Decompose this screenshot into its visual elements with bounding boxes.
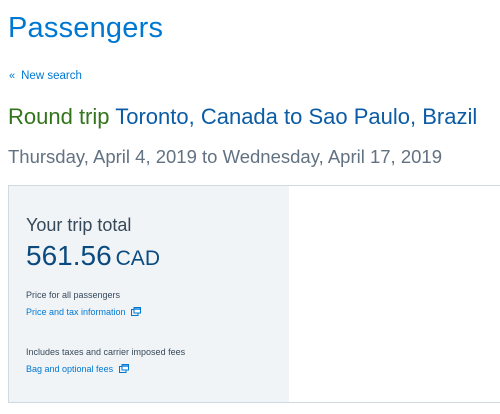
- bag-optional-fees-label: Bag and optional fees: [26, 364, 114, 374]
- total-amount-value: 561.56: [26, 240, 112, 271]
- trip-total-panel: Your trip total 561.56 CAD Price for all …: [9, 186, 289, 402]
- price-tax-info-label: Price and tax information: [26, 307, 126, 317]
- price-tax-info-link[interactable]: Price and tax information: [26, 307, 142, 317]
- trip-dates: Thursday, April 4, 2019 to Wednesday, Ap…: [8, 146, 442, 167]
- trip-heading: Round trip Toronto, Canada to Sao Paulo,…: [8, 104, 477, 130]
- external-window-icon: [131, 307, 142, 316]
- trip-total-label: Your trip total: [26, 215, 132, 235]
- new-search-link[interactable]: « New search: [9, 70, 82, 82]
- page-title: Passengers: [8, 12, 164, 44]
- trip-route: Toronto, Canada to Sao Paulo, Brazil: [115, 104, 478, 129]
- double-chevron-left-icon: «: [9, 70, 16, 82]
- external-window-icon: [118, 364, 129, 373]
- price-note: Price for all passengers: [26, 290, 121, 300]
- trip-type: Round trip: [8, 104, 110, 129]
- bag-optional-fees-link[interactable]: Bag and optional fees: [26, 364, 129, 374]
- trip-summary-box: Your trip total 561.56 CAD Price for all …: [8, 185, 500, 403]
- new-search-label: New search: [21, 70, 82, 82]
- trip-total-amount: 561.56 CAD: [26, 240, 160, 272]
- total-currency: CAD: [115, 247, 160, 270]
- fees-note: Includes taxes and carrier imposed fees: [26, 347, 186, 357]
